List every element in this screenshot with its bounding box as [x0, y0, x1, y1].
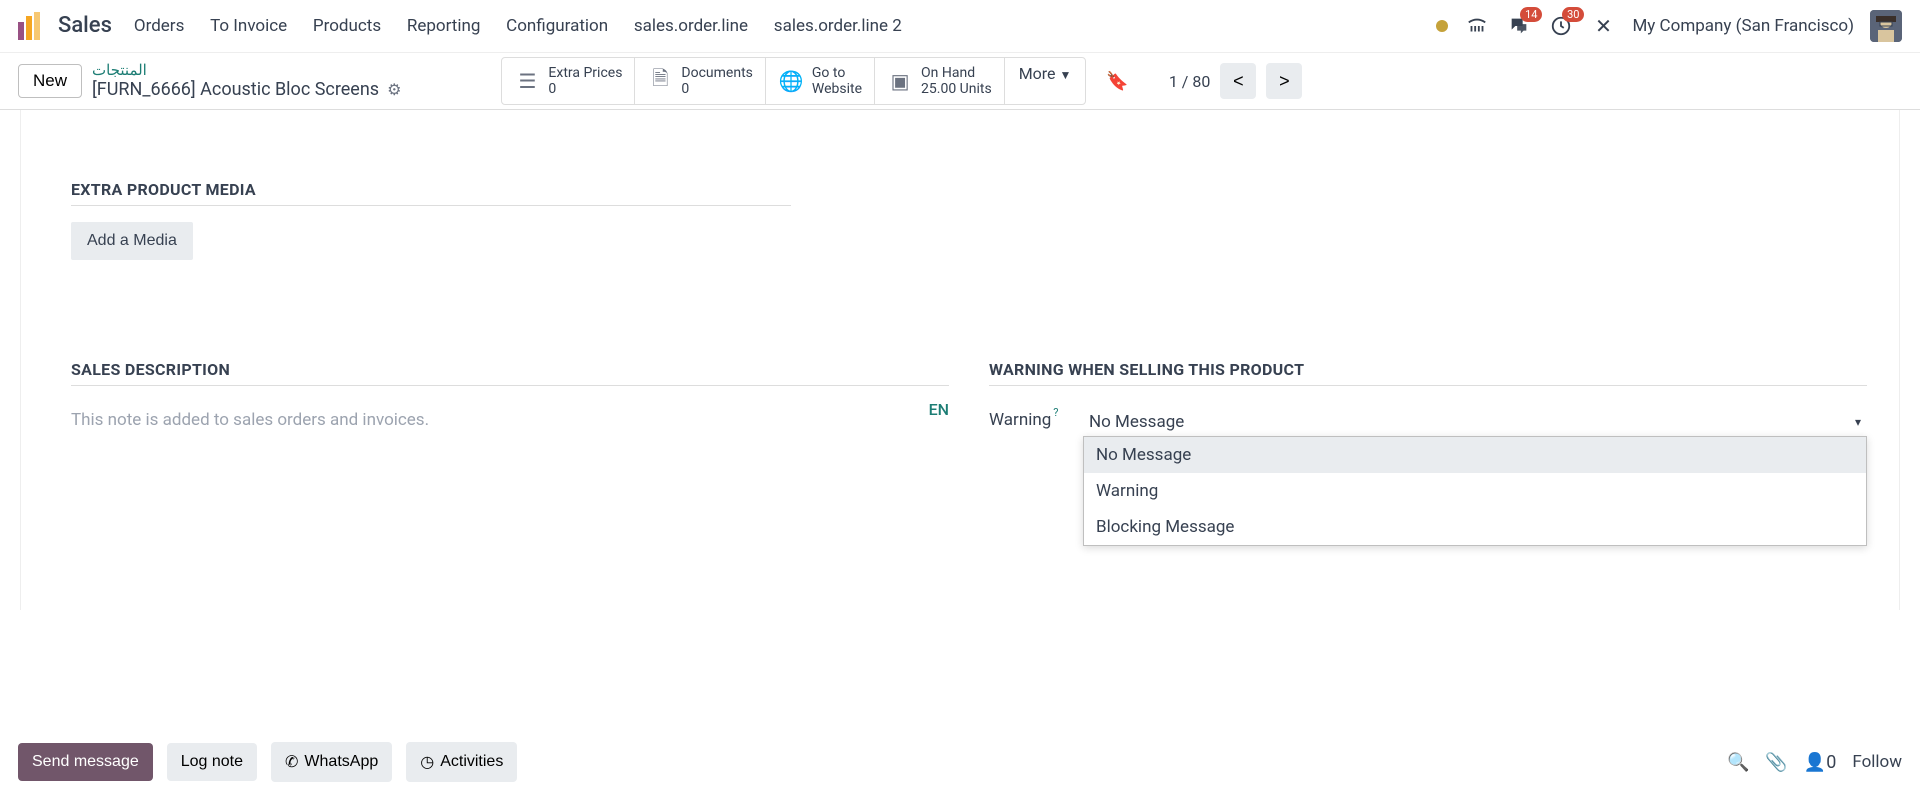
stat-on-hand[interactable]: ▣ On Hand25.00 Units [875, 58, 1005, 104]
main-nav: Orders To Invoice Products Reporting Con… [134, 16, 924, 36]
stat-value: 0 [548, 81, 622, 97]
search-icon[interactable]: 🔍 [1727, 752, 1749, 773]
caret-down-icon: ▾ [1855, 415, 1861, 429]
warning-dropdown: No Message Warning Blocking Message [1083, 436, 1867, 546]
nav-to-invoice[interactable]: To Invoice [210, 16, 287, 36]
warning-select-value: No Message [1089, 412, 1184, 432]
list-icon: ☰ [514, 69, 540, 93]
calendar-icon[interactable] [1464, 13, 1490, 39]
nav-salesorderline[interactable]: sales.order.line [634, 16, 748, 36]
activities-button[interactable]: ◷Activities [406, 742, 517, 782]
section-extra-media-title: EXTRA PRODUCT MEDIA [71, 180, 1867, 199]
pager-text[interactable]: 1 / 80 [1169, 72, 1211, 91]
activities-badge: 30 [1562, 7, 1584, 22]
follow-button[interactable]: Follow [1852, 752, 1902, 772]
breadcrumb: المنتجات [FURN_6666] Acoustic Bloc Scree… [92, 61, 401, 101]
stat-label: Documents [681, 65, 752, 81]
pager-prev-button[interactable]: < [1220, 63, 1256, 99]
gear-icon[interactable]: ⚙ [387, 80, 401, 99]
warning-option-warning[interactable]: Warning [1084, 473, 1866, 509]
stat-label: On Hand [921, 65, 992, 81]
sales-desc-input[interactable]: This note is added to sales orders and i… [71, 402, 949, 430]
avatar[interactable] [1870, 10, 1902, 42]
activities-clock-icon[interactable]: 30 [1548, 13, 1574, 39]
stat-more[interactable]: More ▼ [1005, 58, 1086, 104]
messages-badge: 14 [1520, 7, 1542, 22]
clock-icon: ◷ [420, 752, 434, 772]
document-icon: 🗎 [647, 64, 673, 98]
warning-option-no-message[interactable]: No Message [1084, 437, 1866, 473]
log-note-button[interactable]: Log note [167, 743, 257, 781]
stat-documents[interactable]: 🗎 Documents0 [635, 58, 765, 104]
stat-label: Extra Prices [548, 65, 622, 81]
send-message-button[interactable]: Send message [18, 743, 153, 781]
warning-field-label: Warning? [989, 410, 1073, 430]
followers-count[interactable]: 👤0 [1804, 752, 1837, 773]
nav-salesorderline2[interactable]: sales.order.line 2 [774, 16, 902, 36]
lang-toggle[interactable]: EN [929, 400, 949, 419]
section-sales-desc-title: SALES DESCRIPTION [71, 360, 949, 379]
boxes-icon: ▣ [887, 69, 913, 93]
whatsapp-button[interactable]: ✆WhatsApp [271, 742, 392, 782]
stat-value: 25.00 Units [921, 81, 992, 97]
new-button[interactable]: New [18, 64, 82, 98]
caret-down-icon: ▼ [1060, 68, 1072, 82]
bookmark-icon[interactable]: 🔖 [1106, 71, 1128, 92]
breadcrumb-parent[interactable]: المنتجات [92, 61, 401, 79]
help-icon[interactable]: ? [1053, 406, 1058, 419]
warning-select[interactable]: No Message ▾ [1083, 410, 1867, 434]
stat-extra-prices[interactable]: ☰ Extra Prices0 [502, 58, 635, 104]
nav-reporting[interactable]: Reporting [407, 16, 481, 36]
stat-goto-website[interactable]: 🌐 Go toWebsite [766, 58, 875, 104]
section-warning-title: WARNING WHEN SELLING THIS PRODUCT [989, 360, 1867, 379]
app-name[interactable]: Sales [58, 13, 112, 38]
attachment-icon[interactable]: 📎 [1765, 752, 1787, 773]
tools-icon[interactable]: ✕ [1590, 13, 1616, 39]
whatsapp-icon: ✆ [285, 752, 298, 772]
app-logo-icon[interactable] [18, 12, 46, 40]
nav-configuration[interactable]: Configuration [506, 16, 608, 36]
nav-products[interactable]: Products [313, 16, 381, 36]
nav-orders[interactable]: Orders [134, 16, 184, 36]
pager-next-button[interactable]: > [1266, 63, 1302, 99]
page-title: [FURN_6666] Acoustic Bloc Screens [92, 79, 379, 101]
warning-option-blocking[interactable]: Blocking Message [1084, 509, 1866, 545]
company-name[interactable]: My Company (San Francisco) [1632, 16, 1854, 36]
globe-icon: 🌐 [778, 69, 804, 93]
messages-icon[interactable]: 14 [1506, 13, 1532, 39]
stat-label: Go to [812, 65, 862, 81]
add-media-button[interactable]: Add a Media [71, 222, 193, 260]
stat-value: 0 [681, 81, 752, 97]
stat-value: Website [812, 81, 862, 97]
status-dot-icon [1436, 20, 1448, 32]
